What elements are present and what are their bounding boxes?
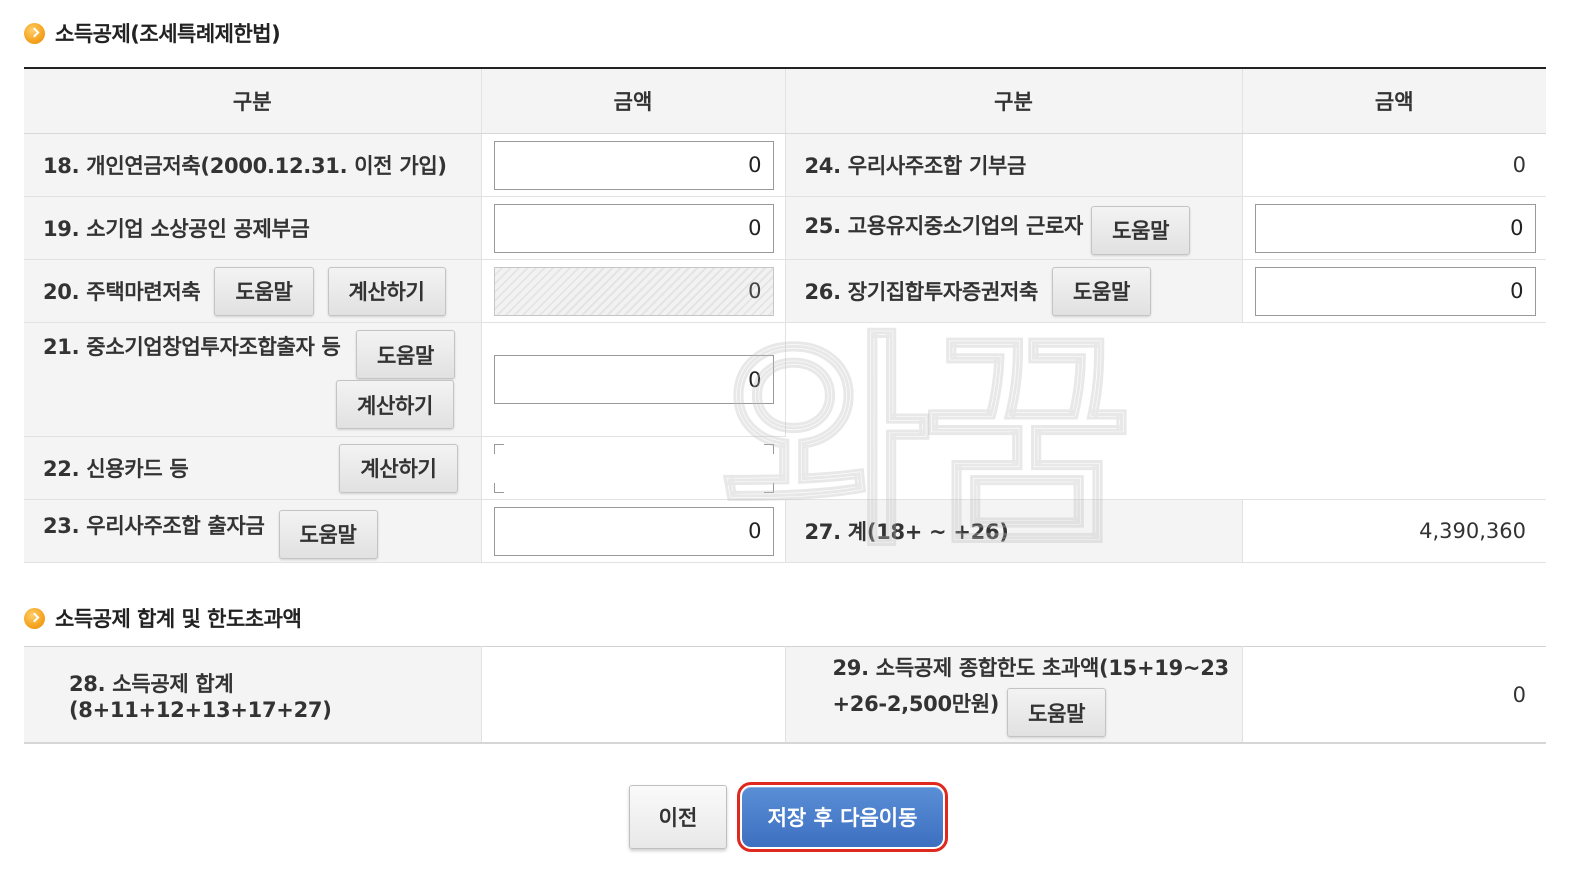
row29-label-cell: 29. 소득공제 종합한도 초과액(15+19~23 +26-2,500만원) …: [785, 646, 1243, 744]
row22-amount-cell: [481, 436, 785, 500]
row22-label-cell: 22. 신용카드 등 계산하기: [24, 436, 482, 500]
row26-label: 26. 장기집합투자증권저축: [804, 280, 1039, 304]
section-title-text: 소득공제 합계 및 한도초과액: [55, 607, 302, 631]
section-title-total: 소득공제 합계 및 한도초과액: [24, 603, 302, 633]
row25-help-button[interactable]: 도움말: [1091, 205, 1191, 255]
row29-label-line2: +26-2,500만원): [832, 692, 1000, 716]
row23-label-cell: 23. 우리사주조합 출자금 도움말: [24, 499, 482, 563]
table-row: 19. 소기업 소상공인 공제부금 25. 고용유지중소기업의 근로자 도움말: [24, 196, 1546, 260]
row22-label: 22. 신용카드 등: [43, 457, 189, 481]
section-title-deduction: 소득공제(조세특례제한법): [24, 18, 281, 48]
row27-amount: 4,390,360: [1242, 499, 1546, 563]
highlight-outline: 저장 후 다음이동: [737, 782, 948, 852]
row20-calc-button[interactable]: 계산하기: [327, 266, 446, 316]
row21-label: 21. 중소기업창업투자조합출자 등: [43, 335, 341, 359]
row23-label: 23. 우리사주조합 출자금: [43, 513, 265, 538]
row26-help-button[interactable]: 도움말: [1052, 266, 1152, 316]
table-row: 20. 주택마련저축 도움말 계산하기 26. 장기집합투자증권저축 도움말: [24, 259, 1546, 323]
header-category: 구분: [24, 68, 482, 134]
row29-help-button[interactable]: 도움말: [1007, 688, 1107, 737]
row21-amount-cell: [481, 322, 786, 437]
row18-amount-input[interactable]: [493, 140, 774, 190]
row25-label: 25. 고용유지중소기업의 근로자: [804, 213, 1084, 238]
row21-help-button[interactable]: 도움말: [356, 330, 456, 379]
navigation-buttons: 이전 저장 후 다음이동: [629, 782, 948, 852]
row20-label: 20. 주택마련저축: [43, 280, 201, 304]
row29-label-line1: 29. 소득공제 종합한도 초과액(15+19~23: [832, 656, 1230, 680]
header-amount: 금액: [1242, 68, 1546, 134]
row26-label-cell: 26. 장기집합투자증권저축 도움말: [785, 259, 1243, 323]
row21-calc-button[interactable]: 계산하기: [336, 380, 455, 429]
row27-label: 27. 계(18+ ~ +26): [785, 499, 1243, 563]
table-row: 28. 소득공제 합계(8+11+12+13+17+27) 29. 소득공제 종…: [24, 646, 1546, 744]
row22-amount-placeholder: [493, 443, 774, 493]
row19-label: 19. 소기업 소상공인 공제부금: [24, 196, 482, 260]
row25-label-cell: 25. 고용유지중소기업의 근로자 도움말: [785, 196, 1243, 260]
chevron-right-bullet-icon: [24, 607, 45, 629]
table-row: 23. 우리사주조합 출자금 도움말 27. 계(18+ ~ +26) 4,39…: [24, 499, 1546, 563]
row19-amount-input[interactable]: [493, 203, 774, 253]
row26-amount-input[interactable]: [1254, 266, 1536, 316]
row20-amount-cell: [481, 259, 786, 323]
header-category: 구분: [785, 68, 1243, 134]
row26-amount-cell: [1242, 259, 1546, 323]
row23-help-button[interactable]: 도움말: [278, 509, 378, 559]
row28-label: 28. 소득공제 합계(8+11+12+13+17+27): [24, 646, 482, 744]
row20-amount-input: [493, 266, 774, 316]
table-row: 21. 중소기업창업투자조합출자 등 도움말 계산하기: [24, 322, 1546, 500]
total-table: 28. 소득공제 합계(8+11+12+13+17+27) 29. 소득공제 종…: [24, 646, 1546, 744]
section-title-text: 소득공제(조세특례제한법): [55, 22, 281, 46]
row24-amount: 0: [1242, 133, 1546, 197]
row25-amount-cell: [1242, 196, 1546, 260]
row28-amount: [481, 646, 786, 744]
row22-calc-button[interactable]: 계산하기: [339, 443, 458, 493]
row20-help-button[interactable]: 도움말: [214, 266, 314, 316]
save-and-next-button[interactable]: 저장 후 다음이동: [742, 787, 943, 847]
deduction-table: 구분 금액 구분 금액 18. 개인연금저축(2000.12.31. 이전 가입…: [24, 67, 1546, 563]
table-row: 18. 개인연금저축(2000.12.31. 이전 가입) 24. 우리사주조합…: [24, 133, 1546, 197]
row21-label-cell: 21. 중소기업창업투자조합출자 등 도움말 계산하기: [24, 322, 482, 437]
header-amount: 금액: [481, 68, 786, 134]
row25-amount-input[interactable]: [1254, 203, 1536, 253]
empty-right-area: [785, 322, 1546, 500]
row23-amount-input[interactable]: [493, 506, 774, 556]
row21-amount-input[interactable]: [493, 355, 774, 404]
row18-amount-cell: [481, 133, 786, 197]
row24-label: 24. 우리사주조합 기부금: [785, 133, 1243, 197]
table-header-row: 구분 금액 구분 금액: [24, 68, 1546, 134]
prev-button[interactable]: 이전: [629, 785, 727, 849]
row23-amount-cell: [481, 499, 786, 563]
row19-amount-cell: [481, 196, 786, 260]
row29-amount: 0: [1242, 646, 1546, 744]
chevron-right-bullet-icon: [24, 22, 45, 44]
row18-label: 18. 개인연금저축(2000.12.31. 이전 가입): [24, 133, 482, 197]
row20-label-cell: 20. 주택마련저축 도움말 계산하기: [24, 259, 482, 323]
